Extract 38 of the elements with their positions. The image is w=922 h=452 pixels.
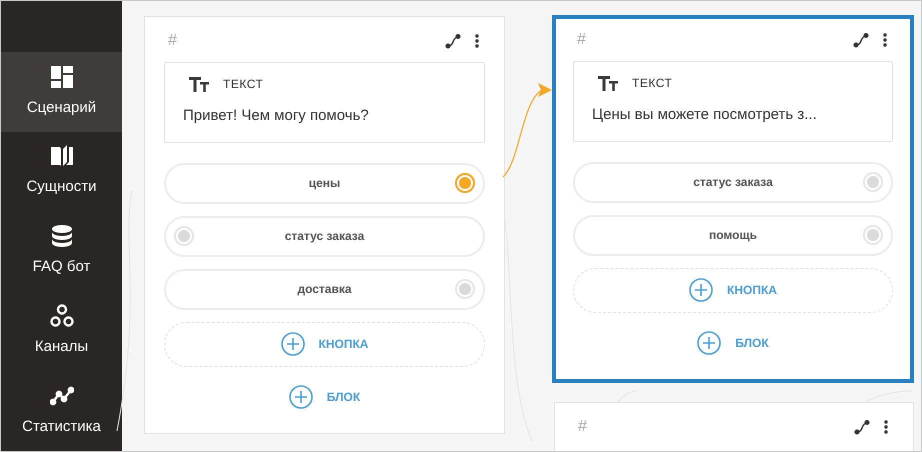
more-icon[interactable] [884, 420, 888, 434]
reply-button[interactable]: цены [164, 162, 485, 204]
plus-circle-icon [697, 330, 722, 354]
dashboard-icon [50, 64, 74, 89]
plus-circle-icon [689, 278, 714, 302]
reply-button[interactable]: статус заказа [573, 162, 893, 202]
sidebar-item[interactable]: Сущности [1, 132, 122, 212]
text-type-icon [598, 76, 618, 90]
sidebar-item[interactable]: Каналы [1, 291, 122, 372]
message-text: Цены вы можете посмотреть з... [592, 105, 818, 125]
text-message-card[interactable]: ТЕКСТ Цены вы можете посмотреть з... [573, 61, 893, 142]
sidebar-item[interactable]: FAQ бот [1, 212, 122, 292]
circles-icon [50, 304, 74, 328]
message-type-label: ТЕКСТ [632, 75, 672, 92]
plus-circle-icon [280, 332, 305, 356]
block-hash: # [168, 31, 177, 51]
reply-button[interactable]: доставка [164, 268, 485, 310]
message-text: Привет! Чем могу помочь? [183, 106, 370, 126]
flow-block[interactable]: # ТЕКСТ Цены вы можете посмотреть з... статус заказа помощь КНОПКА БЛОК [552, 15, 914, 383]
message-type-label: ТЕКСТ [223, 76, 264, 93]
connector-icon[interactable] [854, 419, 870, 435]
sidebar-item[interactable]: Статистика [1, 371, 122, 451]
reply-button[interactable]: статус заказа [164, 216, 485, 256]
database-icon [50, 224, 74, 248]
plus-circle-icon [288, 384, 313, 408]
more-icon[interactable] [475, 34, 479, 48]
line-chart-icon [50, 384, 74, 408]
more-icon[interactable] [883, 33, 887, 47]
book-icon [50, 144, 74, 168]
connector-icon[interactable] [445, 33, 461, 49]
connector-icon[interactable] [853, 32, 869, 48]
flow-block[interactable]: # ТЕКСТ Привет! Чем могу помочь? цены статус заказа доставка КНОПКА БЛОК [144, 16, 505, 434]
sidebar-item[interactable]: Сценарий [1, 52, 122, 132]
text-type-icon [189, 76, 209, 92]
text-message-card[interactable]: ТЕКСТ Привет! Чем могу помочь? [164, 62, 485, 142]
reply-button[interactable]: помощь [573, 214, 893, 256]
block-hash: # [578, 417, 587, 437]
block-hash: # [577, 30, 586, 50]
